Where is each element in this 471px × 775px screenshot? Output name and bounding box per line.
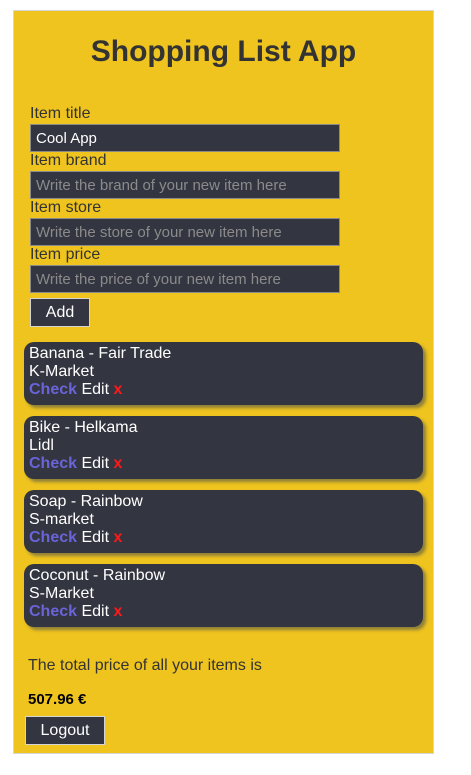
item-store: S-Market [29, 585, 94, 602]
item-actions: Check Edit x [29, 603, 418, 621]
add-button[interactable]: Add [30, 298, 90, 327]
item-brand: Fair Trade [98, 345, 172, 362]
item-title-label: Item title [30, 105, 91, 122]
item-price-input[interactable] [30, 265, 340, 293]
item-brand: Rainbow [102, 567, 166, 584]
delete-link[interactable]: x [114, 529, 123, 546]
logout-button[interactable]: Logout [25, 716, 105, 745]
edit-link[interactable]: Edit [81, 381, 109, 398]
item-separator: - [84, 345, 99, 362]
item-separator: - [88, 567, 103, 584]
list-item: Soap - Rainbow S-market Check Edit x [24, 490, 423, 553]
delete-link[interactable]: x [114, 603, 123, 620]
item-store: S-market [29, 511, 94, 528]
item-store-label: Item store [30, 199, 102, 216]
item-brand: Rainbow [80, 493, 143, 510]
item-store: K-Market [29, 363, 94, 380]
check-link[interactable]: Check [29, 603, 77, 620]
item-actions: Check Edit x [29, 529, 418, 547]
item-title: Bike [29, 419, 61, 436]
item-heading: Soap - Rainbow [29, 493, 418, 511]
list-item: Bike - Helkama Lidl Check Edit x [24, 416, 423, 479]
item-heading: Coconut - Rainbow [29, 567, 418, 585]
item-actions: Check Edit x [29, 455, 418, 473]
item-brand: Helkama [74, 419, 138, 436]
list-item: Coconut - Rainbow S-Market Check Edit x [24, 564, 423, 627]
item-heading: Banana - Fair Trade [29, 345, 418, 363]
item-title: Banana [29, 345, 85, 362]
total-price-value: 507.96 € [28, 691, 87, 708]
item-title-input[interactable] [30, 124, 340, 152]
item-store-input[interactable] [30, 218, 340, 246]
item-price-label: Item price [30, 246, 101, 263]
edit-link[interactable]: Edit [81, 529, 109, 546]
delete-link[interactable]: x [114, 381, 123, 398]
item-store: Lidl [29, 437, 54, 454]
item-title: Soap [29, 493, 67, 510]
check-link[interactable]: Check [29, 381, 77, 398]
item-separator: - [60, 419, 75, 436]
item-separator: - [66, 493, 81, 510]
check-link[interactable]: Check [29, 529, 77, 546]
item-brand-label: Item brand [30, 152, 107, 169]
page-title: Shopping List App [90, 35, 357, 68]
list-item: Banana - Fair Trade K-Market Check Edit … [24, 342, 423, 405]
check-link[interactable]: Check [29, 455, 77, 472]
edit-link[interactable]: Edit [81, 603, 109, 620]
item-heading: Bike - Helkama [29, 419, 418, 437]
delete-link[interactable]: x [114, 455, 123, 472]
item-brand-input[interactable] [30, 171, 340, 199]
item-title: Coconut [29, 567, 89, 584]
edit-link[interactable]: Edit [81, 455, 109, 472]
item-actions: Check Edit x [29, 381, 418, 399]
total-price-text: The total price of all your items is [28, 657, 262, 674]
app-container: Shopping List App Item title Item brand … [13, 10, 434, 754]
